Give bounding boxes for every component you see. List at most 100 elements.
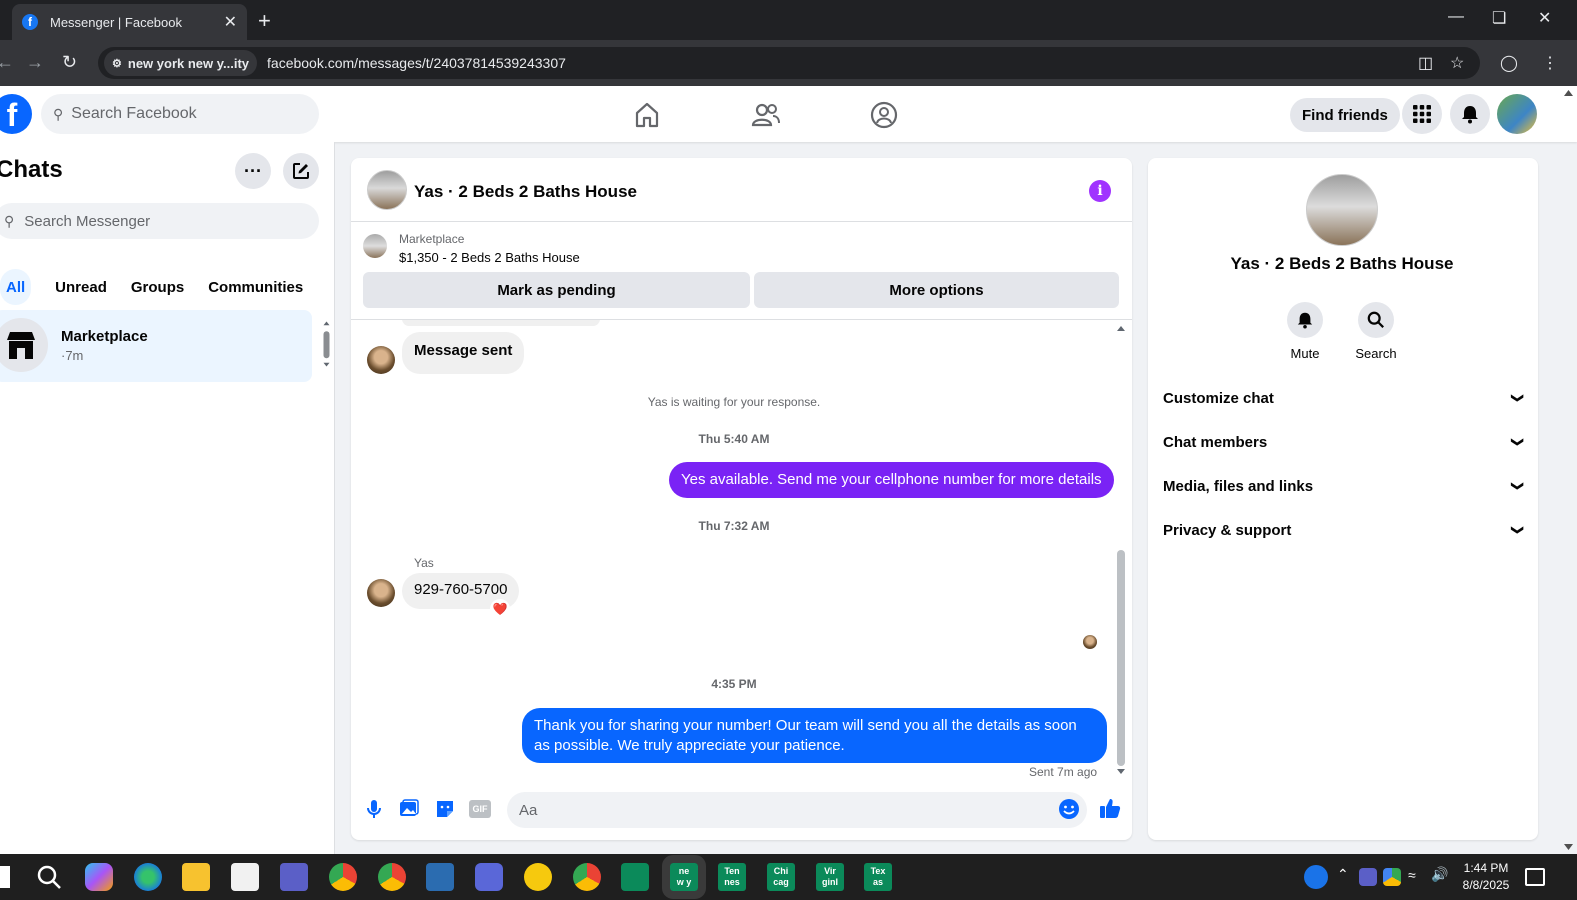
mark-as-pending-button[interactable]: Mark as pending xyxy=(363,272,750,308)
search-label: Search xyxy=(1355,346,1397,361)
app-virginia[interactable]: Vir ginI xyxy=(816,863,844,891)
gif-icon[interactable]: GIF xyxy=(469,800,491,818)
find-friends-button[interactable]: Find friends xyxy=(1290,98,1400,132)
scroll-down-icon[interactable] xyxy=(1117,768,1125,776)
install-app-icon[interactable]: ◫ xyxy=(1418,53,1433,73)
mute-button[interactable]: Mute xyxy=(1275,302,1335,361)
file-explorer-icon[interactable] xyxy=(182,863,210,891)
app-texas[interactable]: Tex as xyxy=(864,863,892,891)
emoji-icon[interactable] xyxy=(1058,798,1080,820)
listing-thumbnail[interactable] xyxy=(363,234,387,258)
microphone-icon[interactable] xyxy=(363,798,385,820)
site-info-chip[interactable]: ⚙ new york new y...ity xyxy=(104,50,258,76)
page-scrollbar[interactable] xyxy=(1560,86,1577,854)
grid-icon xyxy=(1413,105,1431,123)
home-icon[interactable] xyxy=(632,100,662,130)
teams-tray-icon[interactable] xyxy=(1359,868,1377,886)
reload-icon[interactable]: ↻ xyxy=(62,52,77,73)
teams-icon[interactable] xyxy=(280,863,308,891)
compose-icon xyxy=(293,163,309,179)
chats-options-button[interactable]: ··· xyxy=(235,153,271,189)
conversation-title[interactable]: Yas · 2 Beds 2 Baths House xyxy=(414,182,637,202)
conversation-avatar[interactable] xyxy=(367,170,407,210)
friends-icon[interactable] xyxy=(751,100,781,130)
chat-members-row[interactable]: Chat members ❯ xyxy=(1163,422,1525,462)
system-clock[interactable]: 1:44 PM 8/8/2025 xyxy=(1454,860,1518,894)
info-icon[interactable]: i xyxy=(1089,180,1111,202)
outgoing-message-bubble[interactable]: Yes available. Send me your cellphone nu… xyxy=(669,462,1114,498)
browser-menu-icon[interactable]: ⋮ xyxy=(1542,53,1558,73)
filter-groups[interactable]: Groups xyxy=(119,269,196,305)
chat-item-name: Marketplace xyxy=(61,328,148,345)
back-icon[interactable]: ← xyxy=(0,52,14,73)
marketplace-icon xyxy=(0,318,48,372)
scroll-up-icon[interactable] xyxy=(1117,324,1125,332)
edge-icon[interactable] xyxy=(134,863,162,891)
copilot-icon[interactable] xyxy=(85,863,113,891)
message-bubble[interactable]: Message sent xyxy=(402,332,525,374)
tab-title: Messenger | Facebook xyxy=(50,14,182,30)
taskbar-search-icon[interactable] xyxy=(35,863,63,891)
app-icon[interactable] xyxy=(426,863,454,891)
filter-communities[interactable]: Communities xyxy=(196,269,315,305)
app-icon[interactable] xyxy=(524,863,552,891)
drive-tray-icon[interactable] xyxy=(1383,868,1401,886)
privacy-support-row[interactable]: Privacy & support ❯ xyxy=(1163,510,1525,550)
tab-close-icon[interactable]: ✕ xyxy=(224,12,237,32)
chats-scrollbar[interactable] xyxy=(322,312,331,376)
restore-icon[interactable]: ❏ xyxy=(1492,8,1506,28)
heart-reaction-icon[interactable]: ❤️ xyxy=(490,599,510,619)
facebook-search-input[interactable]: ⚲ Search Facebook xyxy=(41,94,319,134)
sticker-icon[interactable] xyxy=(434,798,456,820)
app-icon[interactable] xyxy=(621,863,649,891)
chats-title: Chats xyxy=(0,156,63,183)
app-chicago[interactable]: Chi cag xyxy=(767,863,795,891)
customize-chat-row[interactable]: Customize chat ❯ xyxy=(1163,378,1525,418)
message-input[interactable]: Aa xyxy=(507,792,1087,828)
new-tab-button[interactable]: + xyxy=(258,8,271,34)
notification-center-icon[interactable] xyxy=(1525,868,1545,886)
profile-icon[interactable]: ◯ xyxy=(1500,53,1518,73)
outgoing-message-bubble[interactable]: Thank you for sharing your number! Our t… xyxy=(522,708,1107,763)
store-icon[interactable] xyxy=(231,863,259,891)
bookmark-star-icon[interactable]: ☆ xyxy=(1450,53,1464,73)
groups-icon[interactable] xyxy=(869,100,899,130)
more-options-button[interactable]: More options xyxy=(754,272,1119,308)
help-icon[interactable] xyxy=(1304,865,1328,889)
sender-avatar[interactable] xyxy=(367,346,395,374)
filter-unread[interactable]: Unread xyxy=(43,269,119,305)
chrome-profile-icon[interactable] xyxy=(378,863,406,891)
chat-info-avatar[interactable] xyxy=(1306,174,1378,246)
close-window-icon[interactable]: ✕ xyxy=(1538,8,1551,28)
wifi-icon[interactable]: ≈ xyxy=(1408,867,1416,883)
url-text[interactable]: facebook.com/messages/t/2403781453924330… xyxy=(267,55,566,71)
app-icon[interactable] xyxy=(475,863,503,891)
sender-avatar[interactable] xyxy=(367,579,395,607)
volume-icon[interactable]: 🔊 xyxy=(1431,866,1448,883)
scrollbar-thumb[interactable] xyxy=(1117,550,1125,766)
search-messenger-input[interactable]: ⚲ Search Messenger xyxy=(0,203,319,239)
conversation-scrollbar[interactable] xyxy=(1117,324,1125,780)
chrome-icon[interactable] xyxy=(329,863,357,891)
forward-icon[interactable]: → xyxy=(26,52,44,73)
app-tennessee[interactable]: Ten nes xyxy=(718,863,746,891)
chrome-profile-icon[interactable] xyxy=(573,863,601,891)
media-files-links-row[interactable]: Media, files and links ❯ xyxy=(1163,466,1525,506)
menu-grid-button[interactable] xyxy=(1402,94,1442,134)
search-conversation-button[interactable]: Search xyxy=(1346,302,1406,361)
show-hidden-icons-chevron-icon[interactable]: ⌃ xyxy=(1337,866,1349,883)
filter-all[interactable]: All xyxy=(0,269,32,305)
account-avatar[interactable] xyxy=(1497,94,1537,134)
notifications-button[interactable] xyxy=(1450,94,1490,134)
new-message-button[interactable] xyxy=(283,153,319,189)
omnibox[interactable]: ⚙ new york new y...ity facebook.com/mess… xyxy=(98,47,1480,79)
browser-tab[interactable]: f Messenger | Facebook ✕ xyxy=(12,4,247,40)
photo-icon[interactable] xyxy=(398,798,420,820)
facebook-logo-icon[interactable]: f xyxy=(0,94,32,134)
listing-title[interactable]: $1,350 - 2 Beds 2 Baths House xyxy=(399,250,580,265)
like-thumb-icon[interactable] xyxy=(1098,796,1122,820)
chat-item-marketplace[interactable]: Marketplace ·7m xyxy=(0,310,312,382)
minimize-icon[interactable]: — xyxy=(1448,8,1464,26)
start-icon[interactable] xyxy=(0,866,10,888)
app-new-york[interactable]: ne w y xyxy=(662,855,706,899)
